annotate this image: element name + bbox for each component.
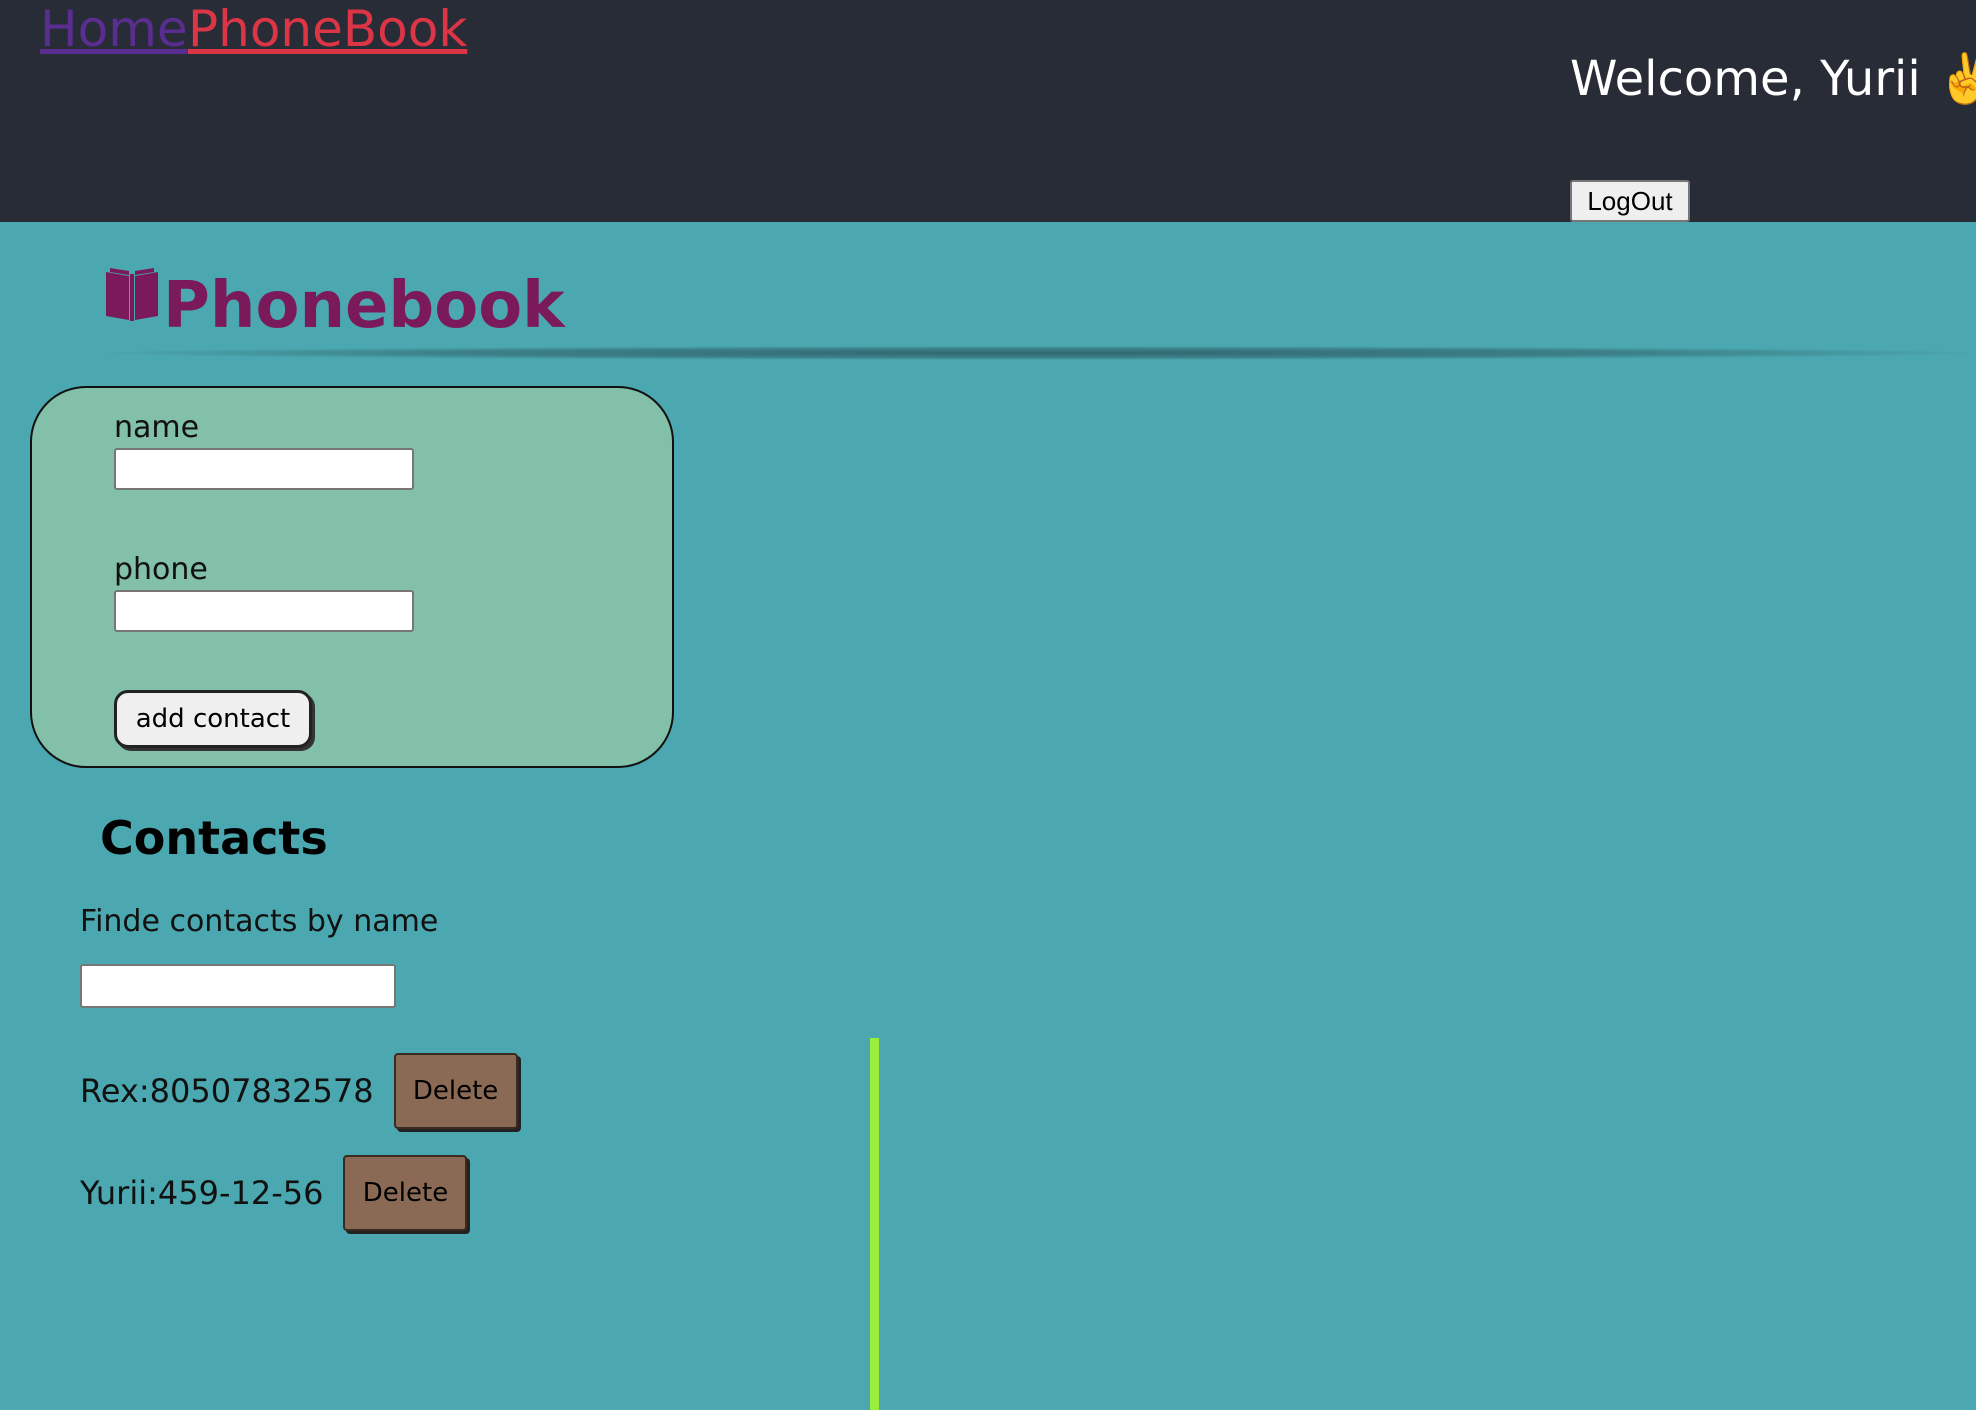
accent-divider-line — [870, 1038, 879, 1410]
title-divider — [100, 346, 1976, 360]
welcome-text: Welcome, Yurii — [1570, 51, 1921, 107]
filter-label: Finde contacts by name — [80, 904, 439, 939]
victory-hand-icon: ✌️ — [1935, 51, 1976, 107]
delete-contact-button[interactable]: Delete — [343, 1155, 468, 1231]
filter-input[interactable] — [80, 964, 396, 1008]
phone-label: phone — [114, 552, 208, 587]
contact-list-item: Yurii:459-12-56 Delete — [80, 1154, 468, 1232]
phone-input[interactable] — [114, 590, 414, 632]
nav-home-link[interactable]: Home — [40, 0, 188, 58]
page-title: Phonebook — [163, 269, 565, 343]
name-label: name — [114, 410, 200, 445]
contact-text: Rex:80507832578 — [80, 1072, 374, 1110]
add-contact-form: name phone add contact — [30, 386, 674, 768]
app-header: Home PhoneBook Welcome, Yurii ✌️ LogOut — [0, 0, 1976, 222]
welcome-message: Welcome, Yurii ✌️ — [1570, 50, 1976, 108]
delete-contact-button[interactable]: Delete — [393, 1053, 518, 1129]
logout-button[interactable]: LogOut — [1570, 180, 1690, 222]
contacts-title: Contacts — [100, 811, 328, 865]
contact-list-item: Rex:80507832578 Delete — [80, 1052, 518, 1130]
book-icon — [106, 268, 158, 321]
name-input[interactable] — [114, 448, 414, 490]
nav-phonebook-link[interactable]: PhoneBook — [188, 0, 467, 58]
add-contact-button[interactable]: add contact — [114, 690, 312, 748]
contact-text: Yurii:459-12-56 — [80, 1174, 324, 1212]
